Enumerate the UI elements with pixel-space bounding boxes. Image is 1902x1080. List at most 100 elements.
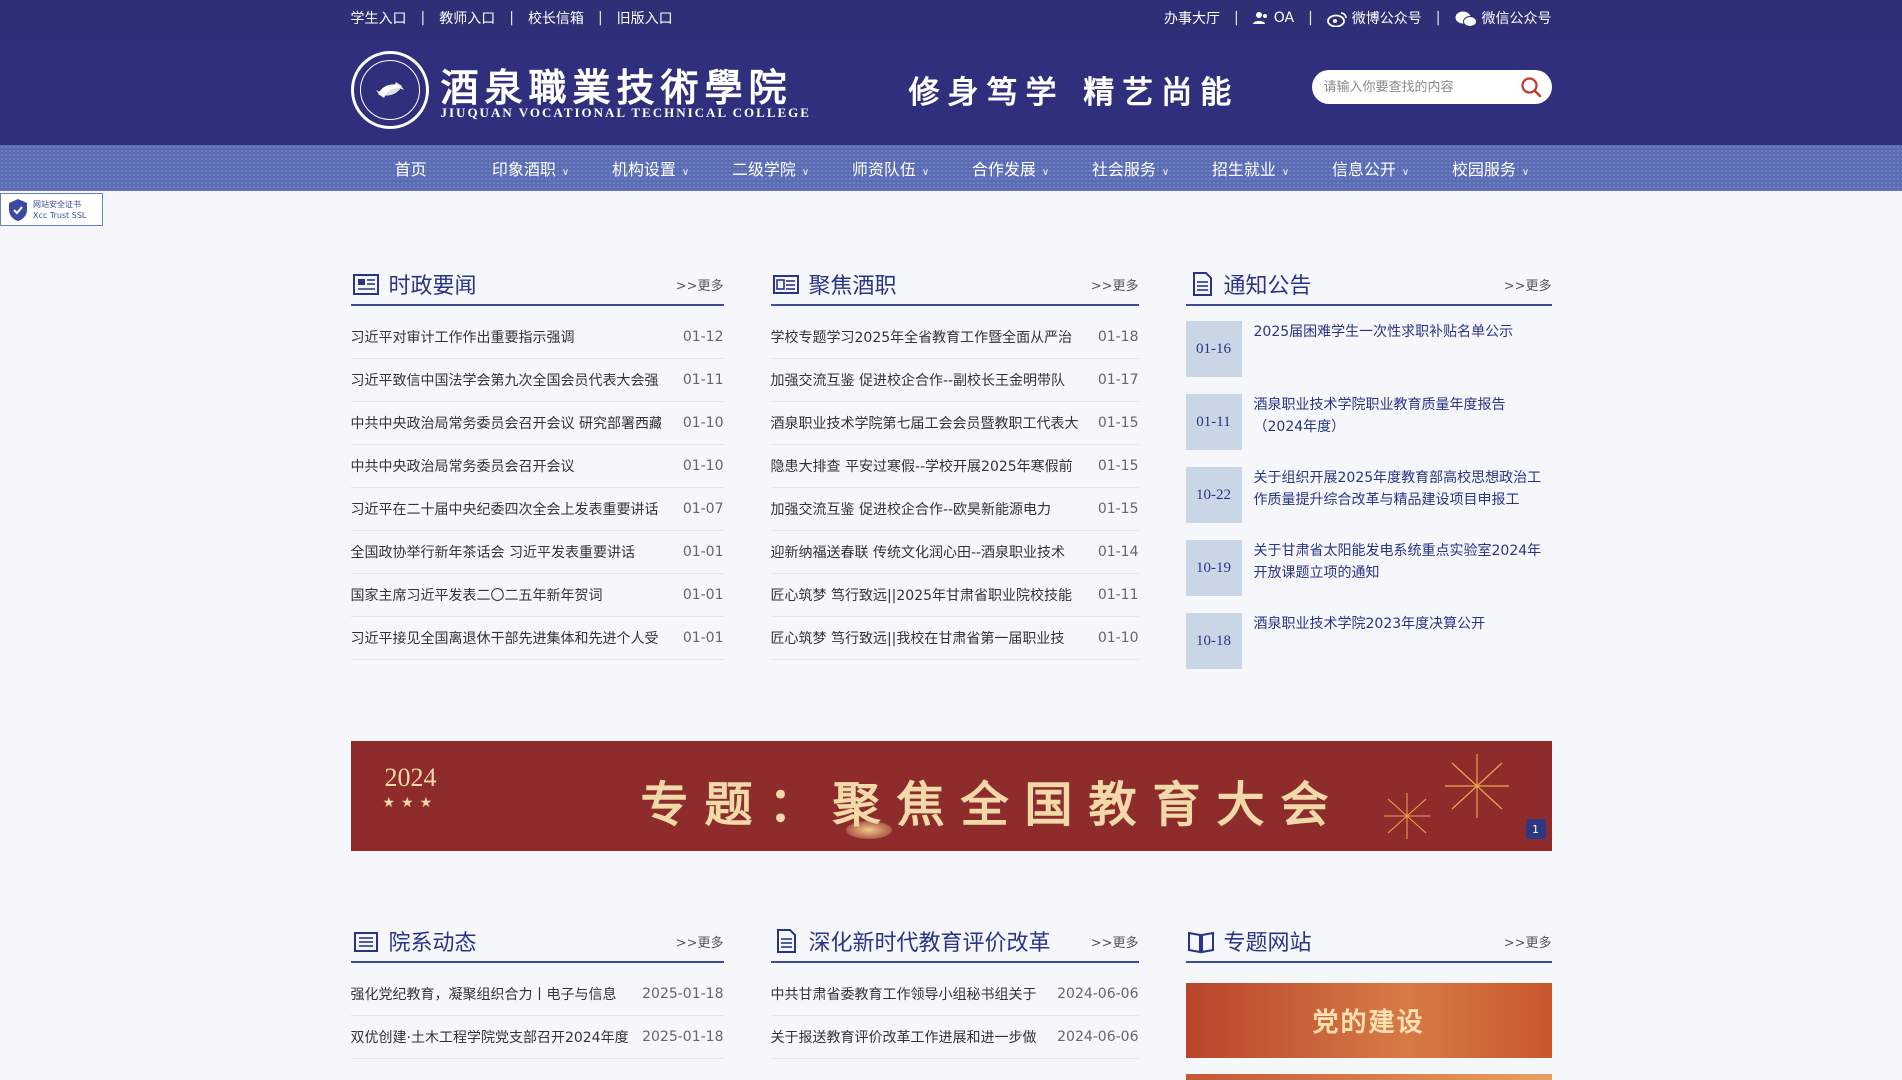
ssl-badge-line2: Xcc Trust SSL [33,210,87,220]
notice-title: 关于甘肃省太阳能发电系统重点实验室2024年开放课题立项的通知 [1253,543,1542,581]
party-building-topic-link[interactable]: 党的建设 [1185,983,1552,1058]
notice-item[interactable]: 10-22 关于组织开展2025年度教育部高校思想政治工作质量提升综合改革与精品建… [1185,467,1552,540]
section-title: 时政要闻 [388,274,477,299]
teacher-entry-link[interactable]: 教师入口 [439,8,495,28]
notice-item[interactable]: 01-11 酒泉职业技术学院职业教育质量年度报告（2024年度） [1185,394,1552,467]
nav-item-label: 校园服务 [1451,160,1516,179]
separator: | [1435,9,1441,26]
nav-item-label: 首页 [394,160,427,179]
notice-date-badge: 10-22 [1185,467,1242,523]
more-link[interactable]: >>更多 [1091,932,1139,951]
more-link[interactable]: >>更多 [1504,932,1552,951]
news-list-item[interactable]: 习近平接见全国离退休干部先进集体和先进个人受 01-01 [350,617,724,660]
nav-item-8[interactable]: 信息公开 ∨ [1311,156,1431,180]
firework-decoration-icon [1444,754,1509,818]
notice-date-badge: 10-19 [1185,540,1242,596]
banner-stars: ★★★ [382,795,439,811]
old-version-link[interactable]: 旧版入口 [617,8,673,28]
notice-item[interactable]: 10-18 酒泉职业技术学院2023年度决算公开 [1185,613,1552,686]
news-item-title: 酒泉职业技术学院第七届工会会员暨教职工代表大 [770,416,1079,432]
section-header: 院系动态 >>更多 [350,921,724,963]
banner-page-indicator[interactable]: 1 [1525,819,1546,839]
ssl-badge-line1: 网站安全证书 [33,199,81,209]
search-input[interactable] [1323,79,1520,95]
news-list-item[interactable]: 中共中央政治局常务委员会召开会议 01-10 [350,445,724,488]
notice-item[interactable]: 01-16 2025届困难学生一次性求职补贴名单公示 [1185,321,1552,394]
principal-mailbox-link[interactable]: 校长信箱 [528,8,584,28]
news-list-item[interactable]: 学校专题学习2025年全省教育工作暨全面从严治 01-18 [770,316,1139,359]
newspaper-icon [352,274,379,295]
more-link[interactable]: >>更多 [1091,275,1139,294]
section-title-wrap: 时政要闻 [351,268,477,300]
news-item-title: 关于报送教育评价改革工作进展和进一步做 [770,1030,1037,1046]
news-list-item[interactable]: 加强交流互鉴 促进校企合作--欧昊新能源电力 01-15 [770,488,1139,531]
news-list-item[interactable]: 双优创建·土木工程学院党支部召开2024年度 2025-01-18 [350,1016,724,1059]
weibo-label: 微博公众号 [1351,10,1422,27]
topic-site-thumbnail-2[interactable] [1185,1074,1552,1080]
news-item-title: 全国政协举行新年茶话会 习近平发表重要讲话 [350,545,635,561]
news-item-date: 01-15 [1097,415,1139,431]
news-list-item[interactable]: 加强交流互鉴 促进校企合作--副校长王金明带队 01-17 [770,359,1139,402]
news-list-item[interactable]: 习近平在二十届中央纪委四次全会上发表重要讲话 01-07 [350,488,724,531]
wechat-link[interactable]: 微信公众号 [1455,8,1552,28]
news-item-title: 迎新纳福送春联 传统文化润心田--酒泉职业技术 [770,545,1066,561]
politics-news-section: 时政要闻 >>更多 习近平对审计工作作出重要指示强调 01-12 习近平致信中国法学… [350,264,724,686]
oa-link[interactable]: OA [1252,10,1294,26]
news-item-date: 01-15 [1097,458,1139,474]
focus-news-list: 学校专题学习2025年全省教育工作暨全面从严治 01-18 加强交流互鉴 促进校企合… [770,316,1139,660]
notice-date-badge: 01-11 [1185,394,1242,450]
service-hall-link[interactable]: 办事大厅 [1164,8,1220,28]
site-header: 酒泉職業技術學院 JIUQUAN VOCATIONAL TECHNICAL CO… [0,35,1902,145]
more-link[interactable]: >>更多 [676,932,724,951]
section-title-wrap: 深化新时代教育评价改革 [771,925,1051,957]
news-list-item[interactable]: 迎新纳福送春联 传统文化润心田--酒泉职业技术 01-14 [770,531,1139,574]
section-title: 院系动态 [388,931,477,956]
section-header: 聚焦酒职 >>更多 [770,264,1139,306]
news-list-item[interactable]: 国家主席习近平发表二〇二五年新年贺词 01-01 [350,574,724,617]
notice-item[interactable]: 10-19 关于甘肃省太阳能发电系统重点实验室2024年开放课题立项的通知 [1185,540,1552,613]
news-list-item[interactable]: 习近平对审计工作作出重要指示强调 01-12 [350,316,724,359]
news-list-item[interactable]: 全国政协举行新年茶话会 习近平发表重要讲话 01-01 [350,531,724,574]
news-list-item[interactable]: 匠心筑梦 笃行致远||我校在甘肃省第一届职业技 01-10 [770,617,1139,660]
news-list-item[interactable]: 习近平致信中国法学会第九次全国会员代表大会强 01-11 [350,359,724,402]
more-link[interactable]: >>更多 [1504,275,1552,294]
nav-item-0[interactable]: 首页 [351,156,471,180]
news-list-item[interactable]: 隐患大排查 平安过寒假--学校开展2025年寒假前 01-15 [770,445,1139,488]
news-list-item[interactable]: 中共甘肃省委教育工作领导小组秘书组关于 2024-06-06 [770,973,1139,1016]
nav-item-6[interactable]: 社会服务 ∨ [1071,156,1191,180]
nav-item-9[interactable]: 校园服务 ∨ [1431,156,1551,180]
more-link[interactable]: >>更多 [676,275,724,294]
news-list-item[interactable]: 强化党纪教育，凝聚组织合力丨电子与信息 2025-01-18 [350,973,724,1016]
weibo-link[interactable]: 微博公众号 [1326,8,1422,28]
nav-item-7[interactable]: 招生就业 ∨ [1191,156,1311,180]
section-title-wrap: 院系动态 [351,925,477,957]
news-item-date: 01-10 [682,415,724,431]
news-item-date: 01-14 [1097,544,1139,560]
chevron-down-icon: ∨ [1161,167,1170,178]
section-title-wrap: 专题网站 [1186,925,1312,957]
news-list-item[interactable]: 关于报送教育评价改革工作进展和进一步做 2024-06-06 [770,1016,1139,1059]
chevron-down-icon: ∨ [921,167,930,178]
nav-item-2[interactable]: 机构设置 ∨ [591,156,711,180]
nav-item-3[interactable]: 二级学院 ∨ [711,156,831,180]
college-emblem-logo[interactable] [350,51,429,129]
nav-item-label: 机构设置 [611,160,676,179]
open-book-icon [1187,931,1214,954]
ssl-trust-badge[interactable]: 网站安全证书 Xcc Trust SSL [0,193,103,226]
top-bar: 学生入口 | 教师入口 | 校长信箱 | 旧版入口 办事大厅 | OA | 微博… [0,0,1902,35]
chevron-down-icon: ∨ [801,167,810,178]
section-title: 聚焦酒职 [808,274,897,299]
student-entry-link[interactable]: 学生入口 [351,8,407,28]
section-header: 时政要闻 >>更多 [350,264,724,306]
separator: | [597,9,603,26]
news-list-item[interactable]: 酒泉职业技术学院第七届工会会员暨教职工代表大 01-15 [770,402,1139,445]
search-icon[interactable] [1520,76,1542,98]
news-list-item[interactable]: 匠心筑梦 笃行致远||2025年甘肃省职业院校技能 01-11 [770,574,1139,617]
news-list-item[interactable]: 中共中央政治局常务委员会召开会议 研究部署西藏 01-10 [350,402,724,445]
nav-item-5[interactable]: 合作发展 ∨ [951,156,1071,180]
nav-item-4[interactable]: 师资队伍 ∨ [831,156,951,180]
nav-item-1[interactable]: 印象酒职 ∨ [471,156,591,180]
nav-item-label: 二级学院 [731,160,796,179]
notices-section: 通知公告 >>更多 01-16 2025届困难学生一次性求职补贴名单公示 01-11… [1185,264,1552,686]
topic-banner[interactable]: 2024 ★★★ 专题：聚焦全国教育大会 1 [350,741,1552,851]
